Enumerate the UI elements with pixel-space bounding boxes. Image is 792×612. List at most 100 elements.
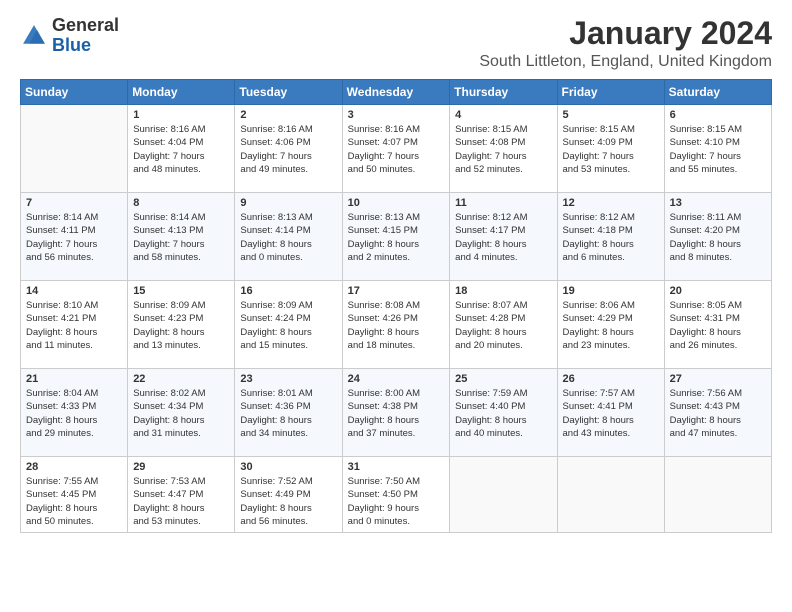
table-row: 22 Sunrise: 8:02 AMSunset: 4:34 PMDayligh… [128,369,235,457]
day-info: Sunrise: 8:14 AMSunset: 4:13 PMDaylight:… [133,211,229,264]
col-tuesday: Tuesday [235,80,342,105]
day-number: 26 [563,373,659,385]
day-info: Sunrise: 8:16 AMSunset: 4:06 PMDaylight:… [240,123,336,176]
logo-blue: Blue [52,35,91,55]
table-row: 17Sunrise: 8:08 AMSunset: 4:26 PMDayligh… [342,281,450,369]
day-number: 10 [348,197,445,209]
table-row: 16 Sunrise: 8:09 AMSunset: 4:24 PMDayligh… [235,281,342,369]
day-info: Sunrise: 7:57 AMSunset: 4:41 PMDaylight:… [563,387,659,440]
table-row: 6 Sunrise: 8:15 AMSunset: 4:10 PMDaylight… [664,105,771,193]
day-info: Sunrise: 7:59 AMSunset: 4:40 PMDaylight:… [455,387,551,440]
day-info: Sunrise: 7:56 AMSunset: 4:43 PMDaylight:… [670,387,766,440]
day-info: Sunrise: 7:55 AMSunset: 4:45 PMDaylight:… [26,475,122,528]
day-number: 8 [133,197,229,209]
day-number: 29 [133,461,229,473]
day-number: 27 [670,373,766,385]
day-info: Sunrise: 7:53 AMSunset: 4:47 PMDaylight:… [133,475,229,528]
day-info: Sunrise: 8:09 AMSunset: 4:24 PMDaylight:… [240,299,336,352]
table-row: 21 Sunrise: 8:04 AMSunset: 4:33 PMDayligh… [21,369,128,457]
col-sunday: Sunday [21,80,128,105]
day-number: 11 [455,197,551,209]
calendar-table: Sunday Monday Tuesday Wednesday Thursday… [20,79,772,533]
month-title: January 2024 [479,16,772,51]
day-info: Sunrise: 8:13 AMSunset: 4:14 PMDaylight:… [240,211,336,264]
day-info: Sunrise: 8:04 AMSunset: 4:33 PMDaylight:… [26,387,122,440]
table-row: 19Sunrise: 8:06 AMSunset: 4:29 PMDayligh… [557,281,664,369]
day-info: Sunrise: 8:12 AMSunset: 4:17 PMDaylight:… [455,211,551,264]
day-info: Sunrise: 8:11 AMSunset: 4:20 PMDaylight:… [670,211,766,264]
day-info: Sunrise: 8:16 AMSunset: 4:04 PMDaylight:… [133,123,229,176]
day-number: 5 [563,109,659,121]
logo-general: General [52,15,119,35]
day-info: Sunrise: 7:52 AMSunset: 4:49 PMDaylight:… [240,475,336,528]
day-number: 9 [240,197,336,209]
table-row: 8 Sunrise: 8:14 AMSunset: 4:13 PMDaylight… [128,193,235,281]
table-row: 10Sunrise: 8:13 AMSunset: 4:15 PMDayligh… [342,193,450,281]
day-number: 4 [455,109,551,121]
table-row: 2 Sunrise: 8:16 AMSunset: 4:06 PMDaylight… [235,105,342,193]
day-number: 23 [240,373,336,385]
table-row [664,457,771,533]
day-number: 28 [26,461,122,473]
table-row: 25 Sunrise: 7:59 AMSunset: 4:40 PMDayligh… [450,369,557,457]
day-info: Sunrise: 8:05 AMSunset: 4:31 PMDaylight:… [670,299,766,352]
day-info: Sunrise: 8:15 AMSunset: 4:09 PMDaylight:… [563,123,659,176]
day-info: Sunrise: 8:14 AMSunset: 4:11 PMDaylight:… [26,211,122,264]
logo: General Blue [20,16,119,56]
day-info: Sunrise: 8:00 AMSunset: 4:38 PMDaylight:… [348,387,445,440]
day-number: 16 [240,285,336,297]
day-info: Sunrise: 8:15 AMSunset: 4:08 PMDaylight:… [455,123,551,176]
day-number: 3 [348,109,445,121]
table-row: 15Sunrise: 8:09 AMSunset: 4:23 PMDayligh… [128,281,235,369]
col-wednesday: Wednesday [342,80,450,105]
day-number: 14 [26,285,122,297]
logo-text: General Blue [52,16,119,56]
day-info: Sunrise: 8:07 AMSunset: 4:28 PMDaylight:… [455,299,551,352]
table-row: 9 Sunrise: 8:13 AMSunset: 4:14 PMDaylight… [235,193,342,281]
logo-icon [20,22,48,50]
table-row: 14Sunrise: 8:10 AMSunset: 4:21 PMDayligh… [21,281,128,369]
day-number: 21 [26,373,122,385]
table-row: 26 Sunrise: 7:57 AMSunset: 4:41 PMDayligh… [557,369,664,457]
table-row: 3Sunrise: 8:16 AMSunset: 4:07 PMDaylight… [342,105,450,193]
col-monday: Monday [128,80,235,105]
day-info: Sunrise: 7:50 AMSunset: 4:50 PMDaylight:… [348,475,445,528]
table-row: 23 Sunrise: 8:01 AMSunset: 4:36 PMDayligh… [235,369,342,457]
title-block: January 2024 South Littleton, England, U… [479,16,772,71]
table-row: 20 Sunrise: 8:05 AMSunset: 4:31 PMDayligh… [664,281,771,369]
table-row: 18 Sunrise: 8:07 AMSunset: 4:28 PMDayligh… [450,281,557,369]
col-thursday: Thursday [450,80,557,105]
col-friday: Friday [557,80,664,105]
day-number: 24 [348,373,445,385]
day-info: Sunrise: 8:15 AMSunset: 4:10 PMDaylight:… [670,123,766,176]
table-row: 27 Sunrise: 7:56 AMSunset: 4:43 PMDayligh… [664,369,771,457]
table-row: 13Sunrise: 8:11 AMSunset: 4:20 PMDayligh… [664,193,771,281]
table-row: 24 Sunrise: 8:00 AMSunset: 4:38 PMDayligh… [342,369,450,457]
table-row: 30Sunrise: 7:52 AMSunset: 4:49 PMDayligh… [235,457,342,533]
day-number: 6 [670,109,766,121]
day-number: 1 [133,109,229,121]
table-row [557,457,664,533]
day-number: 17 [348,285,445,297]
day-number: 2 [240,109,336,121]
day-info: Sunrise: 8:01 AMSunset: 4:36 PMDaylight:… [240,387,336,440]
calendar-header-row: Sunday Monday Tuesday Wednesday Thursday… [21,80,772,105]
table-row: 1 Sunrise: 8:16 AMSunset: 4:04 PMDaylight… [128,105,235,193]
table-row: 5 Sunrise: 8:15 AMSunset: 4:09 PMDaylight… [557,105,664,193]
table-row: 11 Sunrise: 8:12 AMSunset: 4:17 PMDayligh… [450,193,557,281]
table-row: 4 Sunrise: 8:15 AMSunset: 4:08 PMDaylight… [450,105,557,193]
day-number: 18 [455,285,551,297]
table-row [450,457,557,533]
day-info: Sunrise: 8:02 AMSunset: 4:34 PMDaylight:… [133,387,229,440]
day-info: Sunrise: 8:09 AMSunset: 4:23 PMDaylight:… [133,299,229,352]
day-info: Sunrise: 8:12 AMSunset: 4:18 PMDaylight:… [563,211,659,264]
table-row: 29 Sunrise: 7:53 AMSunset: 4:47 PMDayligh… [128,457,235,533]
day-number: 20 [670,285,766,297]
day-number: 22 [133,373,229,385]
table-row: 31 Sunrise: 7:50 AMSunset: 4:50 PMDayligh… [342,457,450,533]
day-number: 12 [563,197,659,209]
location-title: South Littleton, England, United Kingdom [479,53,772,71]
day-number: 25 [455,373,551,385]
day-number: 31 [348,461,445,473]
day-number: 7 [26,197,122,209]
